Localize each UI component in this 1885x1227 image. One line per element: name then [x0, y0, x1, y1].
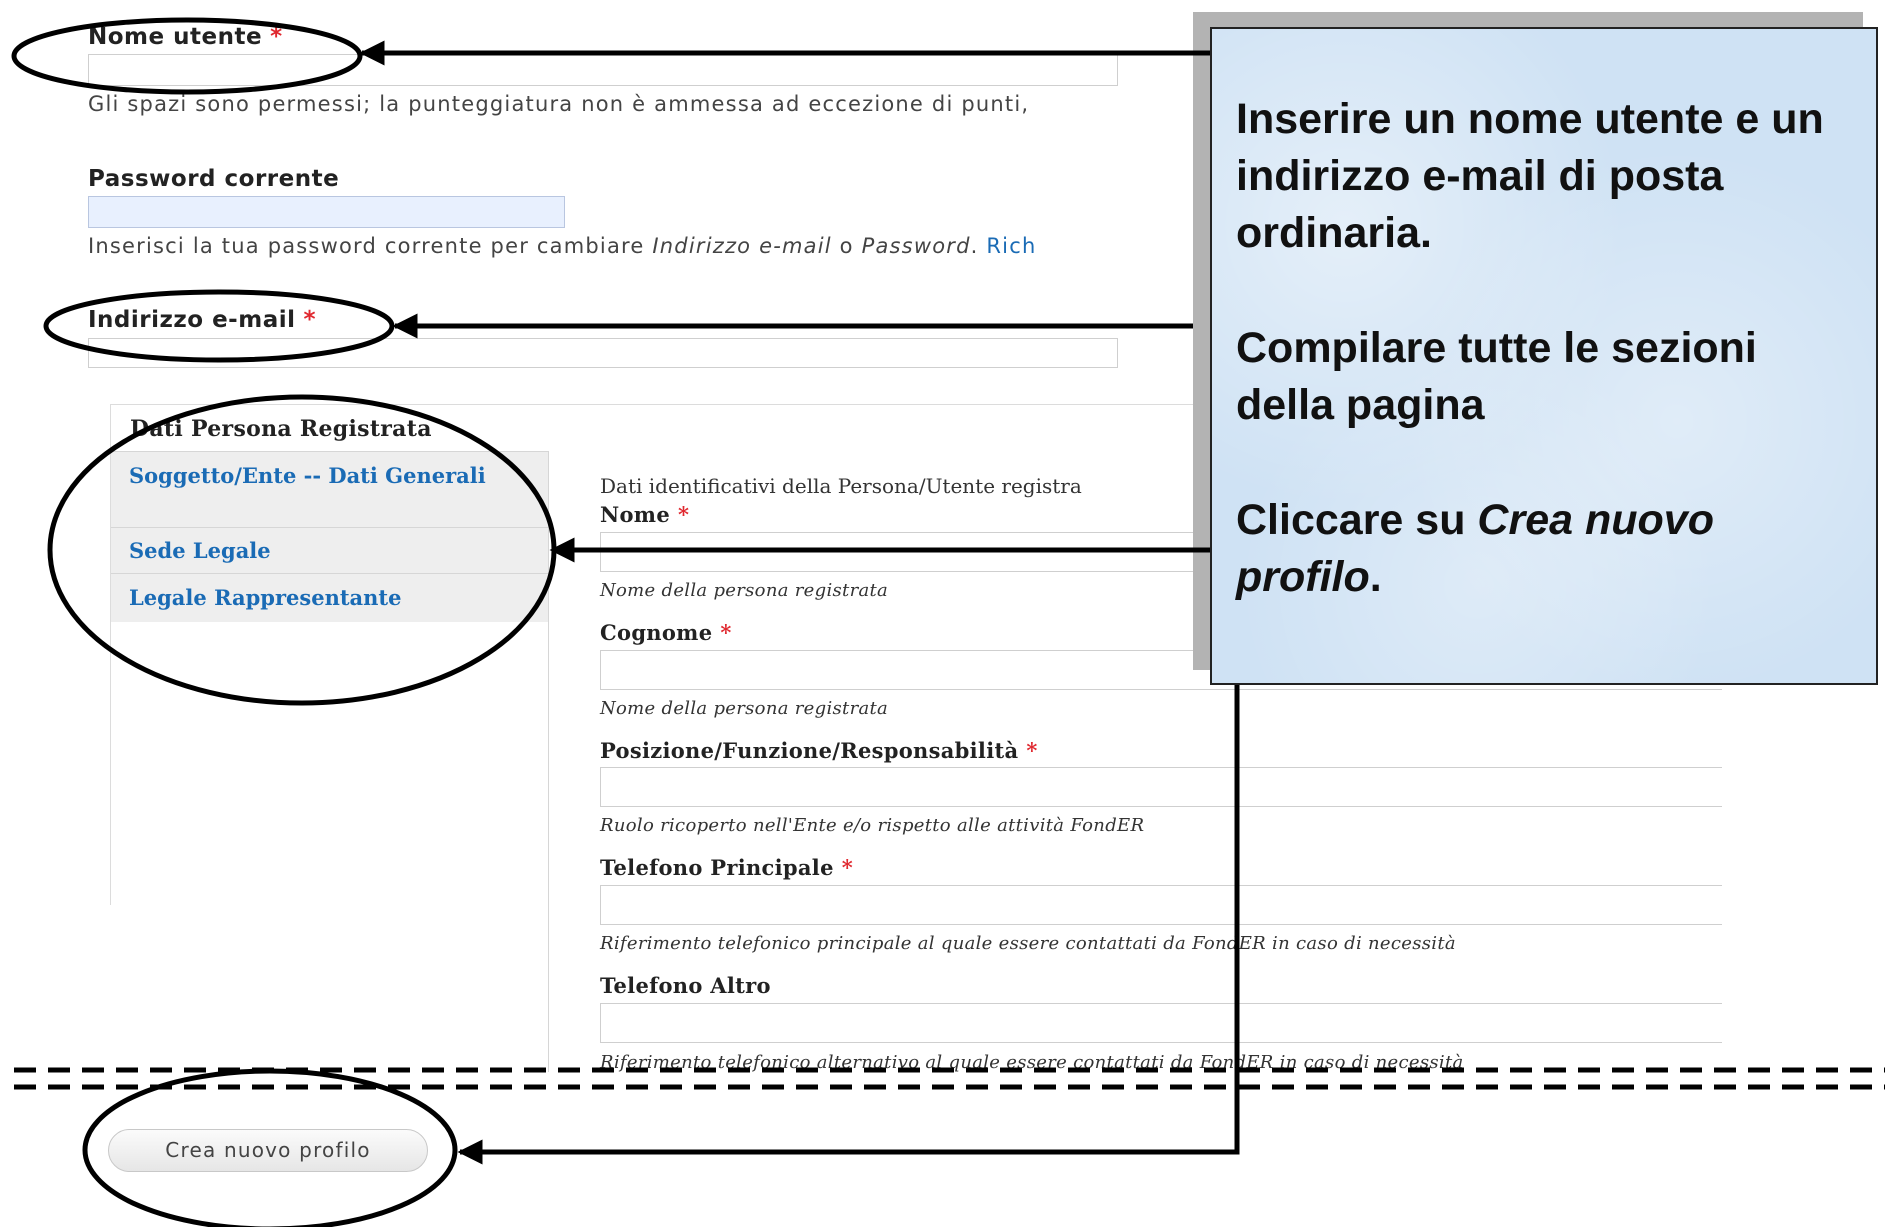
arrow-to-submit [457, 685, 1240, 1165]
highlight-ellipse-username [11, 17, 363, 95]
annotation-overlay [11, 17, 1885, 1227]
highlight-ellipse-submit [82, 1068, 458, 1227]
highlight-ellipse-email [43, 289, 395, 363]
highlight-ellipse-tabs [47, 394, 557, 706]
